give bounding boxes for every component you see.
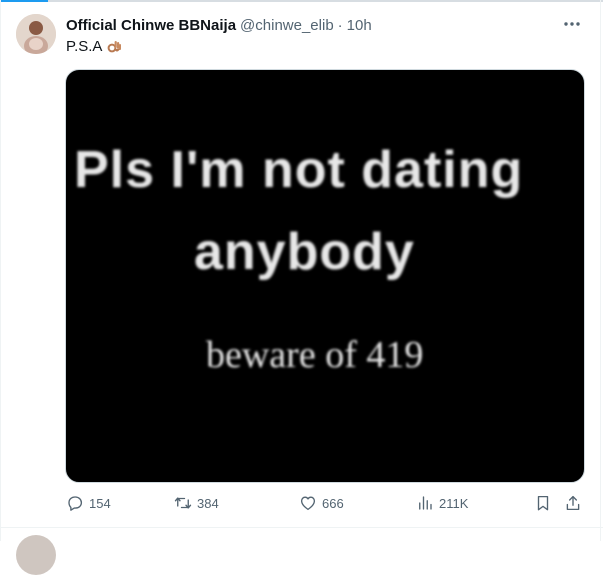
repost-button[interactable]: 384 [174,492,219,514]
bookmark-button[interactable] [534,492,552,514]
more-options-button[interactable] [558,12,586,36]
reply-count: 154 [89,495,111,511]
author-handle[interactable]: @chinwe_elib [240,17,334,34]
repost-count: 384 [197,495,219,511]
bookmark-icon [537,495,549,511]
author-name[interactable]: Official Chinwe BBNaija [66,17,236,34]
like-count: 666 [322,495,344,511]
top-border [0,0,603,2]
media-text-line-3: beware of 419 [206,334,424,376]
tweet-actions: 154 384 666 211K [66,492,586,514]
repost-icon [174,497,192,509]
ok-hand-emoji-icon [108,41,122,53]
tweet-header: Official Chinwe BBNaija @chinwe_elib · 1… [66,15,372,35]
media-text-line-2: anybody [194,223,415,281]
tweet-media-image[interactable]: Pls I'm not dating anybody beware of 419 [65,69,585,483]
reply-button[interactable]: 154 [66,492,111,514]
separator-dot: · [337,16,343,34]
tweet-text: P.S.A [66,37,122,57]
more-dots-icon [564,22,580,26]
avatar-image [16,14,56,54]
active-tab-indicator [0,0,48,2]
tweet-divider [0,527,603,528]
view-count: 211K [439,495,469,511]
heart-icon [300,496,316,511]
tweet-body: P.S.A [66,38,103,55]
analytics-icon [419,496,432,510]
reply-icon [68,496,83,511]
like-button[interactable]: 666 [299,492,344,514]
tweet-timestamp[interactable]: 10h [347,17,372,34]
media-text-line-1: Pls I'm not dating [74,141,524,199]
right-border [600,0,601,541]
views-button[interactable]: 211K [416,492,468,514]
author-avatar[interactable] [16,14,56,54]
left-border [0,0,1,541]
share-icon [566,495,580,511]
next-tweet-avatar[interactable] [16,535,56,575]
share-button[interactable] [564,492,582,514]
